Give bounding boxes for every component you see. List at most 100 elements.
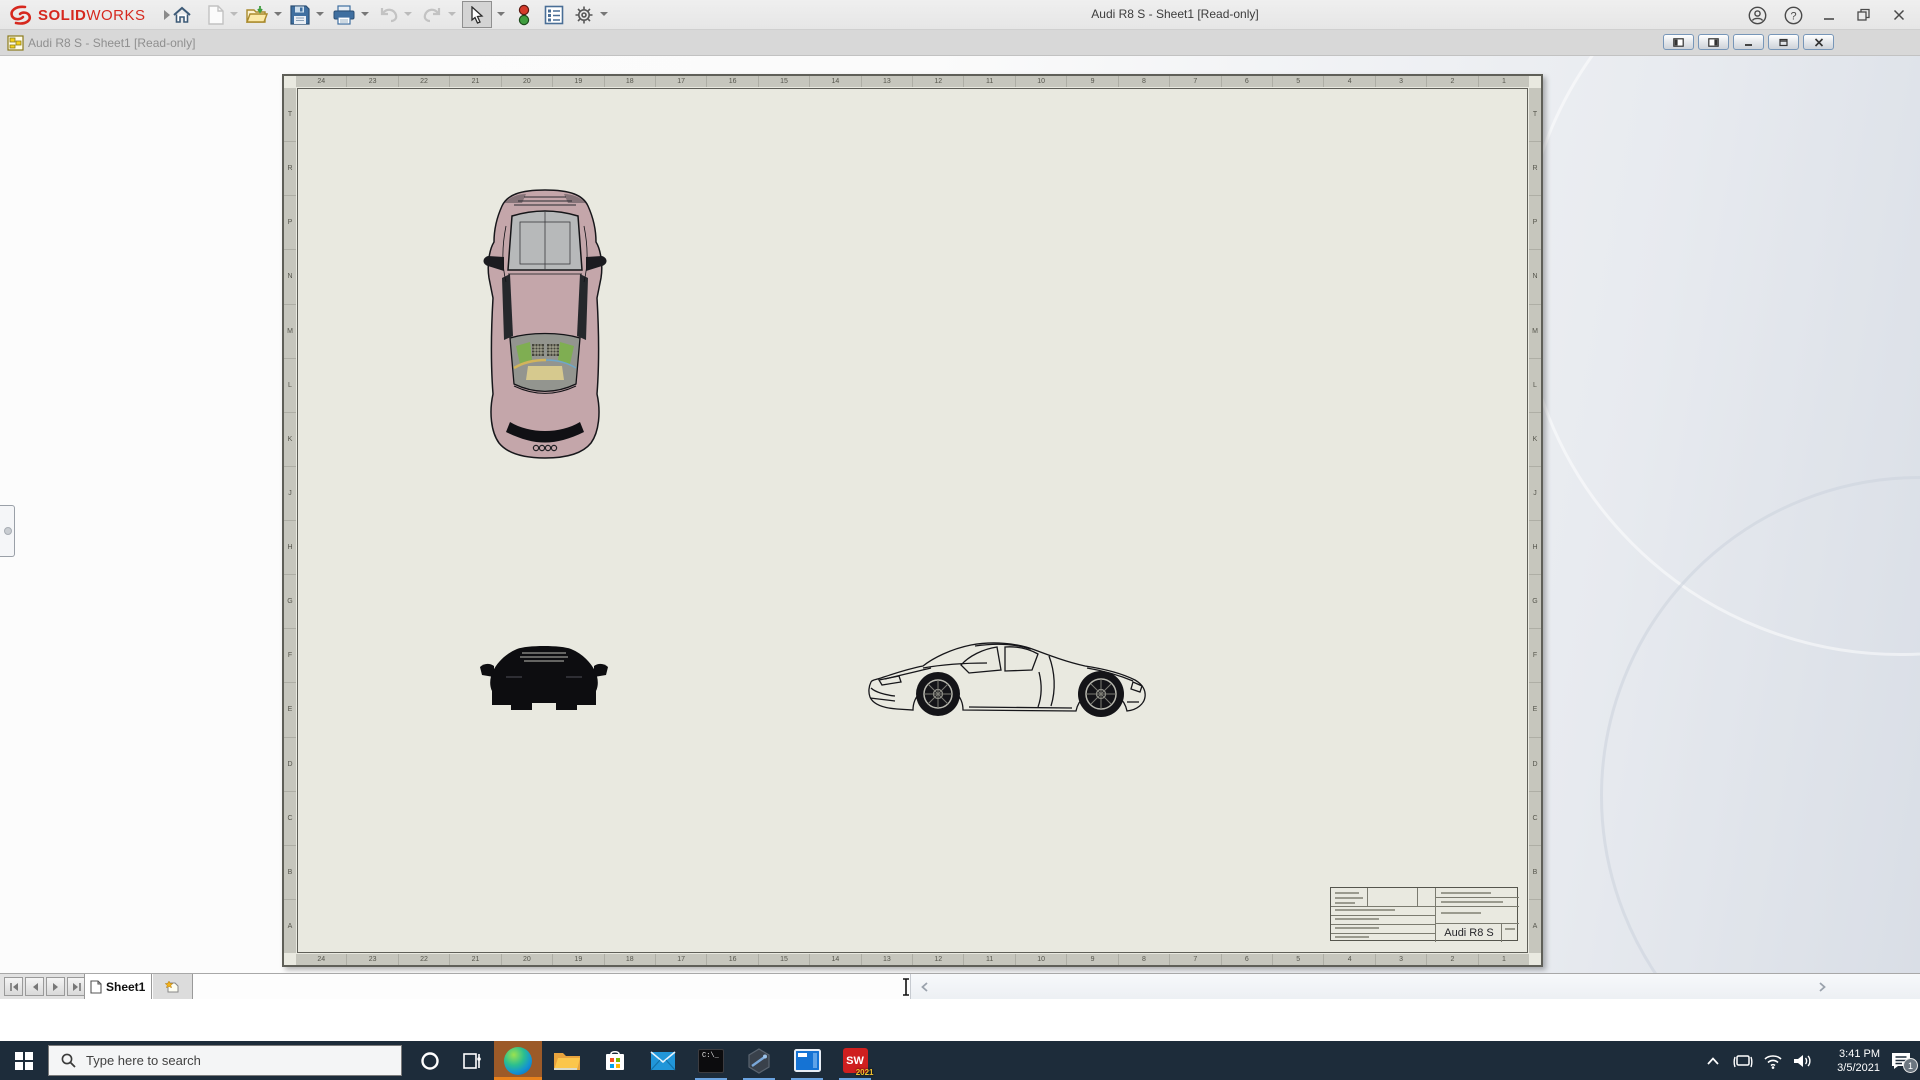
home-button[interactable] [170, 3, 194, 27]
edge-button[interactable] [494, 1041, 542, 1080]
zone-label: C [284, 792, 296, 846]
tray-clock[interactable]: 3:41 PM 3/5/2021 [1814, 1041, 1880, 1080]
zone-label: T [1529, 88, 1541, 143]
add-sheet-button[interactable] [153, 974, 193, 999]
scroll-right-arrow[interactable] [1813, 974, 1831, 1000]
minimize-button[interactable] [1816, 5, 1842, 25]
horizontal-scrollbar[interactable] [910, 974, 1920, 1000]
wifi-button[interactable] [1758, 1041, 1788, 1080]
drawing-sheet[interactable]: 24 23 22 21 20 19 18 17 16 15 14 13 12 11 10 9 8 7 6 5 4 3 2 1 … [282, 74, 1543, 967]
zone-label: E [1529, 683, 1541, 738]
car-side-view[interactable] [865, 632, 1155, 724]
open-dropdown[interactable] [274, 12, 282, 16]
taskbar-search-input[interactable]: Type here to search [48, 1045, 402, 1076]
options-dropdown[interactable] [600, 12, 608, 16]
print-button[interactable] [332, 3, 356, 27]
brand-flyout-arrow[interactable] [163, 10, 170, 20]
store-button[interactable] [592, 1041, 638, 1080]
hexagon-app-icon [748, 1047, 770, 1074]
doc-pane-right-button[interactable] [1698, 34, 1729, 50]
first-sheet-button[interactable] [4, 977, 23, 996]
zone-label: 9 [1067, 954, 1119, 965]
hexagon-app-button[interactable] [736, 1041, 782, 1080]
doc-minimize-button[interactable] [1733, 34, 1764, 50]
windows-logo-icon [15, 1051, 33, 1070]
select-arrow-icon [471, 5, 484, 24]
zone-label: 19 [553, 76, 605, 87]
zone-label: A [1532, 922, 1538, 930]
blue-window-app-button[interactable] [784, 1041, 830, 1080]
zone-label: 1 [1501, 78, 1506, 85]
file-properties-button[interactable] [542, 3, 566, 27]
zone-label: E [284, 683, 296, 738]
zone-label: 18 [605, 76, 656, 87]
zone-band-top: 24 23 22 21 20 19 18 17 16 15 14 13 12 11 10 9 8 7 6 5 4 3 2 1 [296, 76, 1529, 87]
save-button[interactable] [288, 3, 312, 27]
close-button[interactable] [1886, 5, 1912, 25]
doc-close-button[interactable] [1803, 34, 1834, 50]
zone-label: 6 [1222, 954, 1274, 965]
zone-band-right: TRPNMLKJHGFEDCB A [1529, 88, 1541, 953]
mail-icon [650, 1050, 676, 1070]
scroll-left-arrow[interactable] [915, 974, 933, 1000]
doc-restore-button[interactable] [1768, 34, 1799, 50]
cortana-button[interactable] [408, 1041, 452, 1080]
next-sheet-button[interactable] [46, 977, 65, 996]
tab-sheet1[interactable]: Sheet1 [84, 974, 152, 999]
zone-label: 17 [656, 954, 708, 965]
car-front-view[interactable] [480, 633, 608, 719]
zone-label: K [1529, 413, 1541, 467]
mail-button[interactable] [640, 1041, 686, 1080]
zone-label: B [284, 846, 296, 900]
window-title: Audi R8 S - Sheet1 [Read-only] [1091, 7, 1259, 21]
pane-left-icon [1673, 37, 1684, 47]
select-tool-button[interactable] [462, 1, 492, 28]
task-view-button[interactable] [452, 1041, 494, 1080]
meet-now-button[interactable] [1728, 1041, 1758, 1080]
file-explorer-button[interactable] [544, 1041, 590, 1080]
zone-label: 10 [1016, 954, 1068, 965]
redo-button[interactable] [420, 3, 444, 27]
open-button[interactable] [245, 3, 269, 27]
zone-label: 21 [450, 954, 502, 965]
cortana-icon [421, 1051, 439, 1070]
zone-label: 21 [450, 76, 502, 87]
document-title: Audi R8 S - Sheet1 [Read-only] [28, 36, 196, 50]
solidworks-logo: SOLIDWORKS [8, 3, 170, 27]
restore-button[interactable] [1850, 5, 1876, 25]
print-dropdown[interactable] [361, 12, 369, 16]
graphics-area[interactable]: 24 23 22 21 20 19 18 17 16 15 14 13 12 11 10 9 8 7 6 5 4 3 2 1 … [0, 56, 1920, 973]
search-icon [61, 1053, 76, 1068]
select-tool-dropdown[interactable] [497, 12, 505, 16]
solidworks-taskbar-button[interactable]: SW 2021 [832, 1041, 878, 1080]
zone-label: H [284, 521, 296, 576]
svg-text:?: ? [1790, 10, 1796, 22]
rebuild-button[interactable] [512, 3, 536, 27]
car-top-view[interactable] [480, 186, 610, 462]
drawing-document-icon [7, 35, 24, 51]
zone-label: 14 [810, 76, 862, 87]
traffic-light-icon [518, 4, 530, 26]
undo-button[interactable] [377, 3, 401, 27]
zone-label: 9 [1067, 76, 1119, 87]
zone-label: G [284, 575, 296, 630]
zone-label: 12 [913, 954, 965, 965]
command-prompt-button[interactable]: C:\_ [688, 1041, 734, 1080]
zone-label: J [1529, 467, 1541, 521]
doc-pane-left-button[interactable] [1663, 34, 1694, 50]
options-button[interactable] [572, 3, 596, 27]
save-dropdown[interactable] [316, 12, 324, 16]
prev-sheet-button[interactable] [25, 977, 44, 996]
undo-dropdown[interactable] [404, 12, 412, 16]
new-document-dropdown[interactable] [230, 12, 238, 16]
help-button[interactable]: ? [1780, 5, 1806, 25]
account-button[interactable] [1744, 5, 1770, 25]
action-center-button[interactable]: 1 [1882, 1041, 1920, 1080]
tray-chevron-button[interactable] [1700, 1041, 1726, 1080]
new-document-button[interactable] [204, 3, 228, 27]
zone-label: R [284, 142, 296, 197]
feature-panel-collapsed-tab[interactable] [0, 505, 15, 557]
zone-label: P [284, 196, 296, 251]
redo-dropdown[interactable] [448, 12, 456, 16]
start-button[interactable] [0, 1041, 48, 1080]
